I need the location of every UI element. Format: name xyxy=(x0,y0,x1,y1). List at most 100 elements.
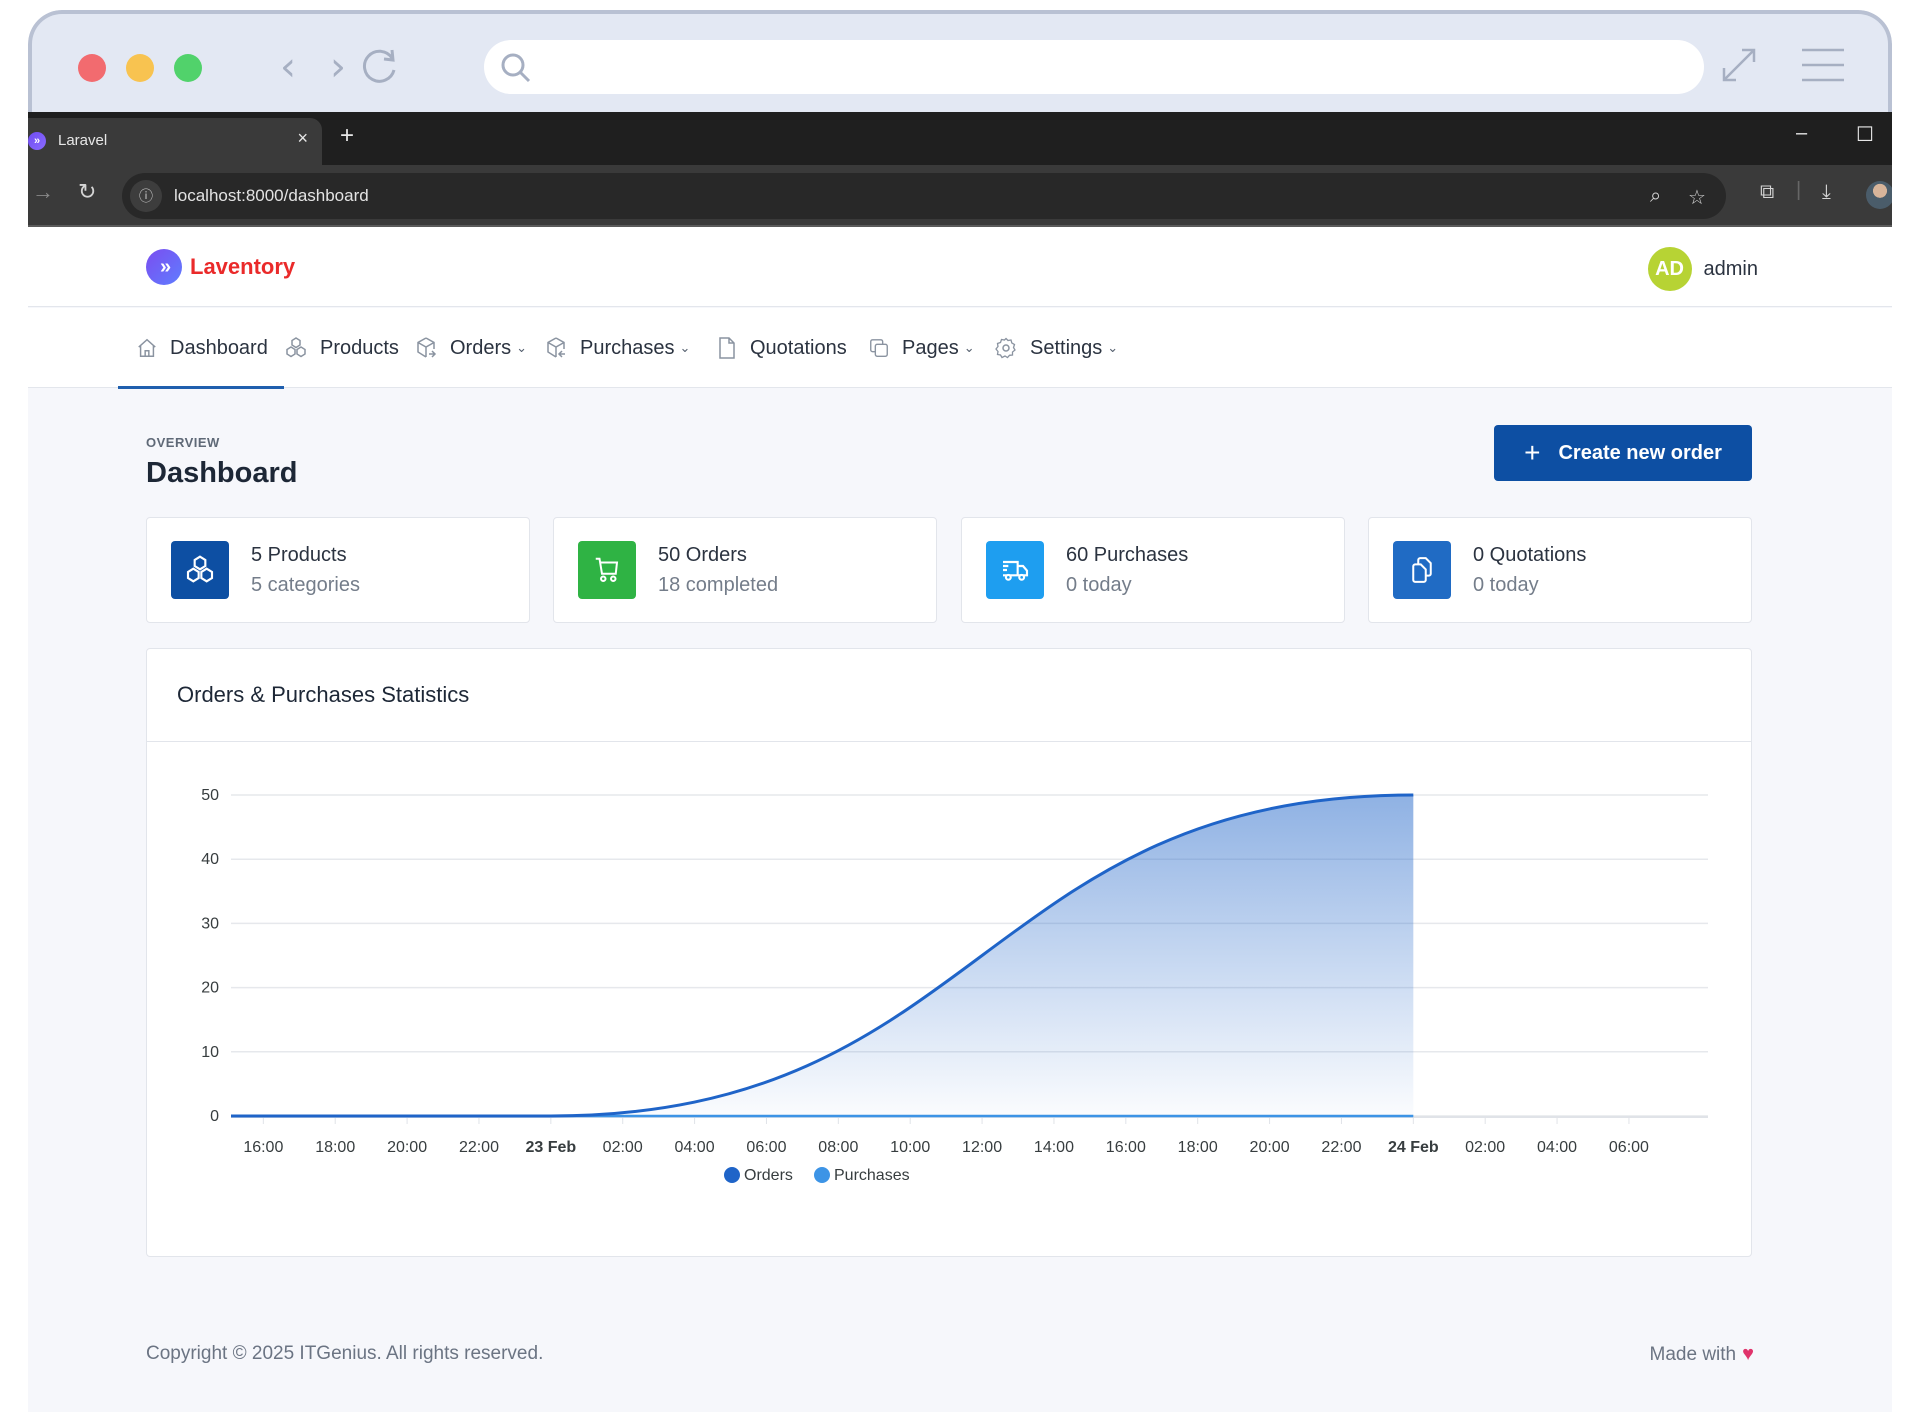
user-menu[interactable]: AD admin xyxy=(1647,247,1758,291)
toolbar-divider: | xyxy=(1796,179,1802,201)
window-minimize-dot[interactable] xyxy=(126,54,154,82)
minimize-window-button[interactable]: – xyxy=(1796,122,1807,145)
settings-icon xyxy=(995,337,1016,359)
nav-item-purchases[interactable]: Purchases ⌄ xyxy=(544,308,690,388)
browser-mock-toolbar: ‹ › xyxy=(28,10,1892,112)
x-tick-label: 12:00 xyxy=(962,1139,1002,1156)
avatar: AD xyxy=(1647,247,1692,291)
tab-strip: » Laravel × + – ☐ xyxy=(28,112,1892,165)
bookmark-star-icon[interactable]: ☆ xyxy=(1688,185,1706,210)
nav-item-dashboard[interactable]: Dashboard xyxy=(118,308,284,389)
url-text[interactable]: localhost:8000/dashboard xyxy=(174,186,369,206)
x-tick-label: 18:00 xyxy=(315,1139,355,1156)
expand-icon[interactable] xyxy=(1716,42,1762,88)
forward-arrow-icon[interactable]: → xyxy=(32,179,54,205)
heart-icon: ♥ xyxy=(1742,1343,1754,1365)
nav-label: Pages xyxy=(902,336,959,359)
truck-delivery-icon xyxy=(1003,560,1029,581)
footer-copyright: Copyright © 2025 ITGenius. All rights re… xyxy=(146,1343,544,1364)
x-tick-label: 22:00 xyxy=(1321,1139,1361,1156)
brand-name: Laventory xyxy=(190,254,296,279)
search-icon xyxy=(501,53,531,83)
nav-item-pages[interactable]: Pages ⌄ xyxy=(868,308,975,388)
chevron-down-icon: ⌄ xyxy=(679,340,691,355)
copy-icon xyxy=(870,339,888,357)
footer-made-with: Made with ♥ xyxy=(1650,1343,1754,1366)
y-tick-label: 40 xyxy=(201,851,219,868)
mock-search-bar[interactable] xyxy=(484,40,1704,94)
y-tick-label: 0 xyxy=(210,1108,219,1125)
nav-item-settings[interactable]: Settings ⌄ xyxy=(994,308,1118,388)
window-zoom-dot[interactable] xyxy=(174,54,202,82)
forward-icon[interactable]: › xyxy=(318,44,358,90)
nav-item-orders[interactable]: Orders ⌄ xyxy=(414,308,527,388)
stat-title: 60 Purchases xyxy=(1066,544,1189,566)
new-tab-button[interactable]: + xyxy=(340,122,354,150)
y-tick-label: 20 xyxy=(201,980,219,997)
x-tick-label: 23 Feb xyxy=(525,1139,576,1156)
x-tick-label: 16:00 xyxy=(243,1139,283,1156)
legend-marker-orders xyxy=(724,1167,740,1183)
legend-label-orders: Orders xyxy=(744,1167,793,1184)
reload-icon[interactable]: ↻ xyxy=(78,179,96,205)
page-pretitle: OVERVIEW xyxy=(146,435,220,450)
tab-title: Laravel xyxy=(58,132,108,149)
back-icon[interactable]: ‹ xyxy=(268,44,308,90)
stat-card-quotations[interactable]: 0 Quotations 0 today xyxy=(1368,517,1752,623)
package-import-icon xyxy=(547,337,565,358)
stat-subtitle: 18 completed xyxy=(658,574,779,596)
profile-avatar-icon[interactable] xyxy=(1866,181,1892,209)
chevron-down-icon: ⌄ xyxy=(1107,340,1119,355)
nav-label: Purchases xyxy=(580,336,675,359)
plus-icon: + xyxy=(1524,437,1541,468)
x-tick-label: 08:00 xyxy=(818,1139,858,1156)
maximize-window-button[interactable]: ☐ xyxy=(1856,122,1874,147)
nav-item-quotations[interactable]: Quotations xyxy=(716,308,847,388)
browser-tab[interactable]: » Laravel × xyxy=(28,118,322,165)
y-tick-label: 10 xyxy=(201,1044,219,1061)
window-close-dot[interactable] xyxy=(78,54,106,82)
stat-subtitle: 0 today xyxy=(1066,574,1132,596)
download-icon[interactable]: ⤓ xyxy=(1822,181,1831,204)
made-with-text: Made with xyxy=(1649,1343,1737,1365)
logo-icon: » xyxy=(146,249,182,285)
x-tick-label: 18:00 xyxy=(1178,1139,1218,1156)
series-area-orders xyxy=(231,795,1414,1116)
nav-label: Orders xyxy=(450,336,512,359)
user-name: admin xyxy=(1703,257,1758,280)
nav-item-products[interactable]: Products xyxy=(284,308,399,388)
page-title: Dashboard xyxy=(146,457,298,489)
stat-card-purchases[interactable]: 60 Purchases 0 today xyxy=(961,517,1345,623)
y-tick-label: 50 xyxy=(201,787,219,804)
tab-close-icon[interactable]: × xyxy=(297,128,308,149)
x-tick-label: 02:00 xyxy=(1465,1139,1505,1156)
orders-icon-tile xyxy=(578,541,636,599)
x-tick-label: 22:00 xyxy=(459,1139,499,1156)
browser-window: ‹ › » Laravel × + – ☐ → ↻ ⓘ localhost:80… xyxy=(28,10,1892,1412)
menu-icon[interactable] xyxy=(1800,42,1846,88)
main-nav: Dashboard Products Orders ⌄ Purchases ⌄ … xyxy=(28,308,1892,389)
quotations-icon-tile xyxy=(1393,541,1451,599)
x-tick-label: 06:00 xyxy=(1609,1139,1649,1156)
statistics-chart-card: Orders & Purchases Statistics 0 10 20 30 40 5… xyxy=(146,648,1752,1257)
orders-purchases-chart[interactable]: 0 10 20 30 40 50 16:00 18:00 20:00 22:00 23 Feb 02… xyxy=(147,649,1753,1258)
reload-icon[interactable] xyxy=(354,40,404,90)
address-bar[interactable]: ⓘ localhost:8000/dashboard ⌕ ☆ xyxy=(122,173,1726,219)
brand-logo[interactable]: » Laventory xyxy=(146,249,295,285)
purchases-icon-tile xyxy=(986,541,1044,599)
boxes-icon xyxy=(186,555,214,583)
create-new-order-button[interactable]: + Create new order xyxy=(1494,425,1752,481)
x-tick-label: 02:00 xyxy=(603,1139,643,1156)
zoom-icon[interactable]: ⌕ xyxy=(1650,185,1661,208)
x-tick-label: 04:00 xyxy=(675,1139,715,1156)
nav-label: Dashboard xyxy=(170,336,268,359)
extensions-icon[interactable]: ⧉ xyxy=(1760,181,1774,204)
nav-label: Quotations xyxy=(750,336,847,359)
stat-title: 0 Quotations xyxy=(1473,544,1587,566)
stat-card-orders[interactable]: 50 Orders 18 completed xyxy=(553,517,937,623)
create-new-order-label: Create new order xyxy=(1558,441,1722,464)
stat-card-products[interactable]: 5 Products 5 categories xyxy=(146,517,530,623)
legend-marker-purchases xyxy=(814,1167,830,1183)
site-info-icon[interactable]: ⓘ xyxy=(130,180,162,212)
x-tick-label: 10:00 xyxy=(890,1139,930,1156)
